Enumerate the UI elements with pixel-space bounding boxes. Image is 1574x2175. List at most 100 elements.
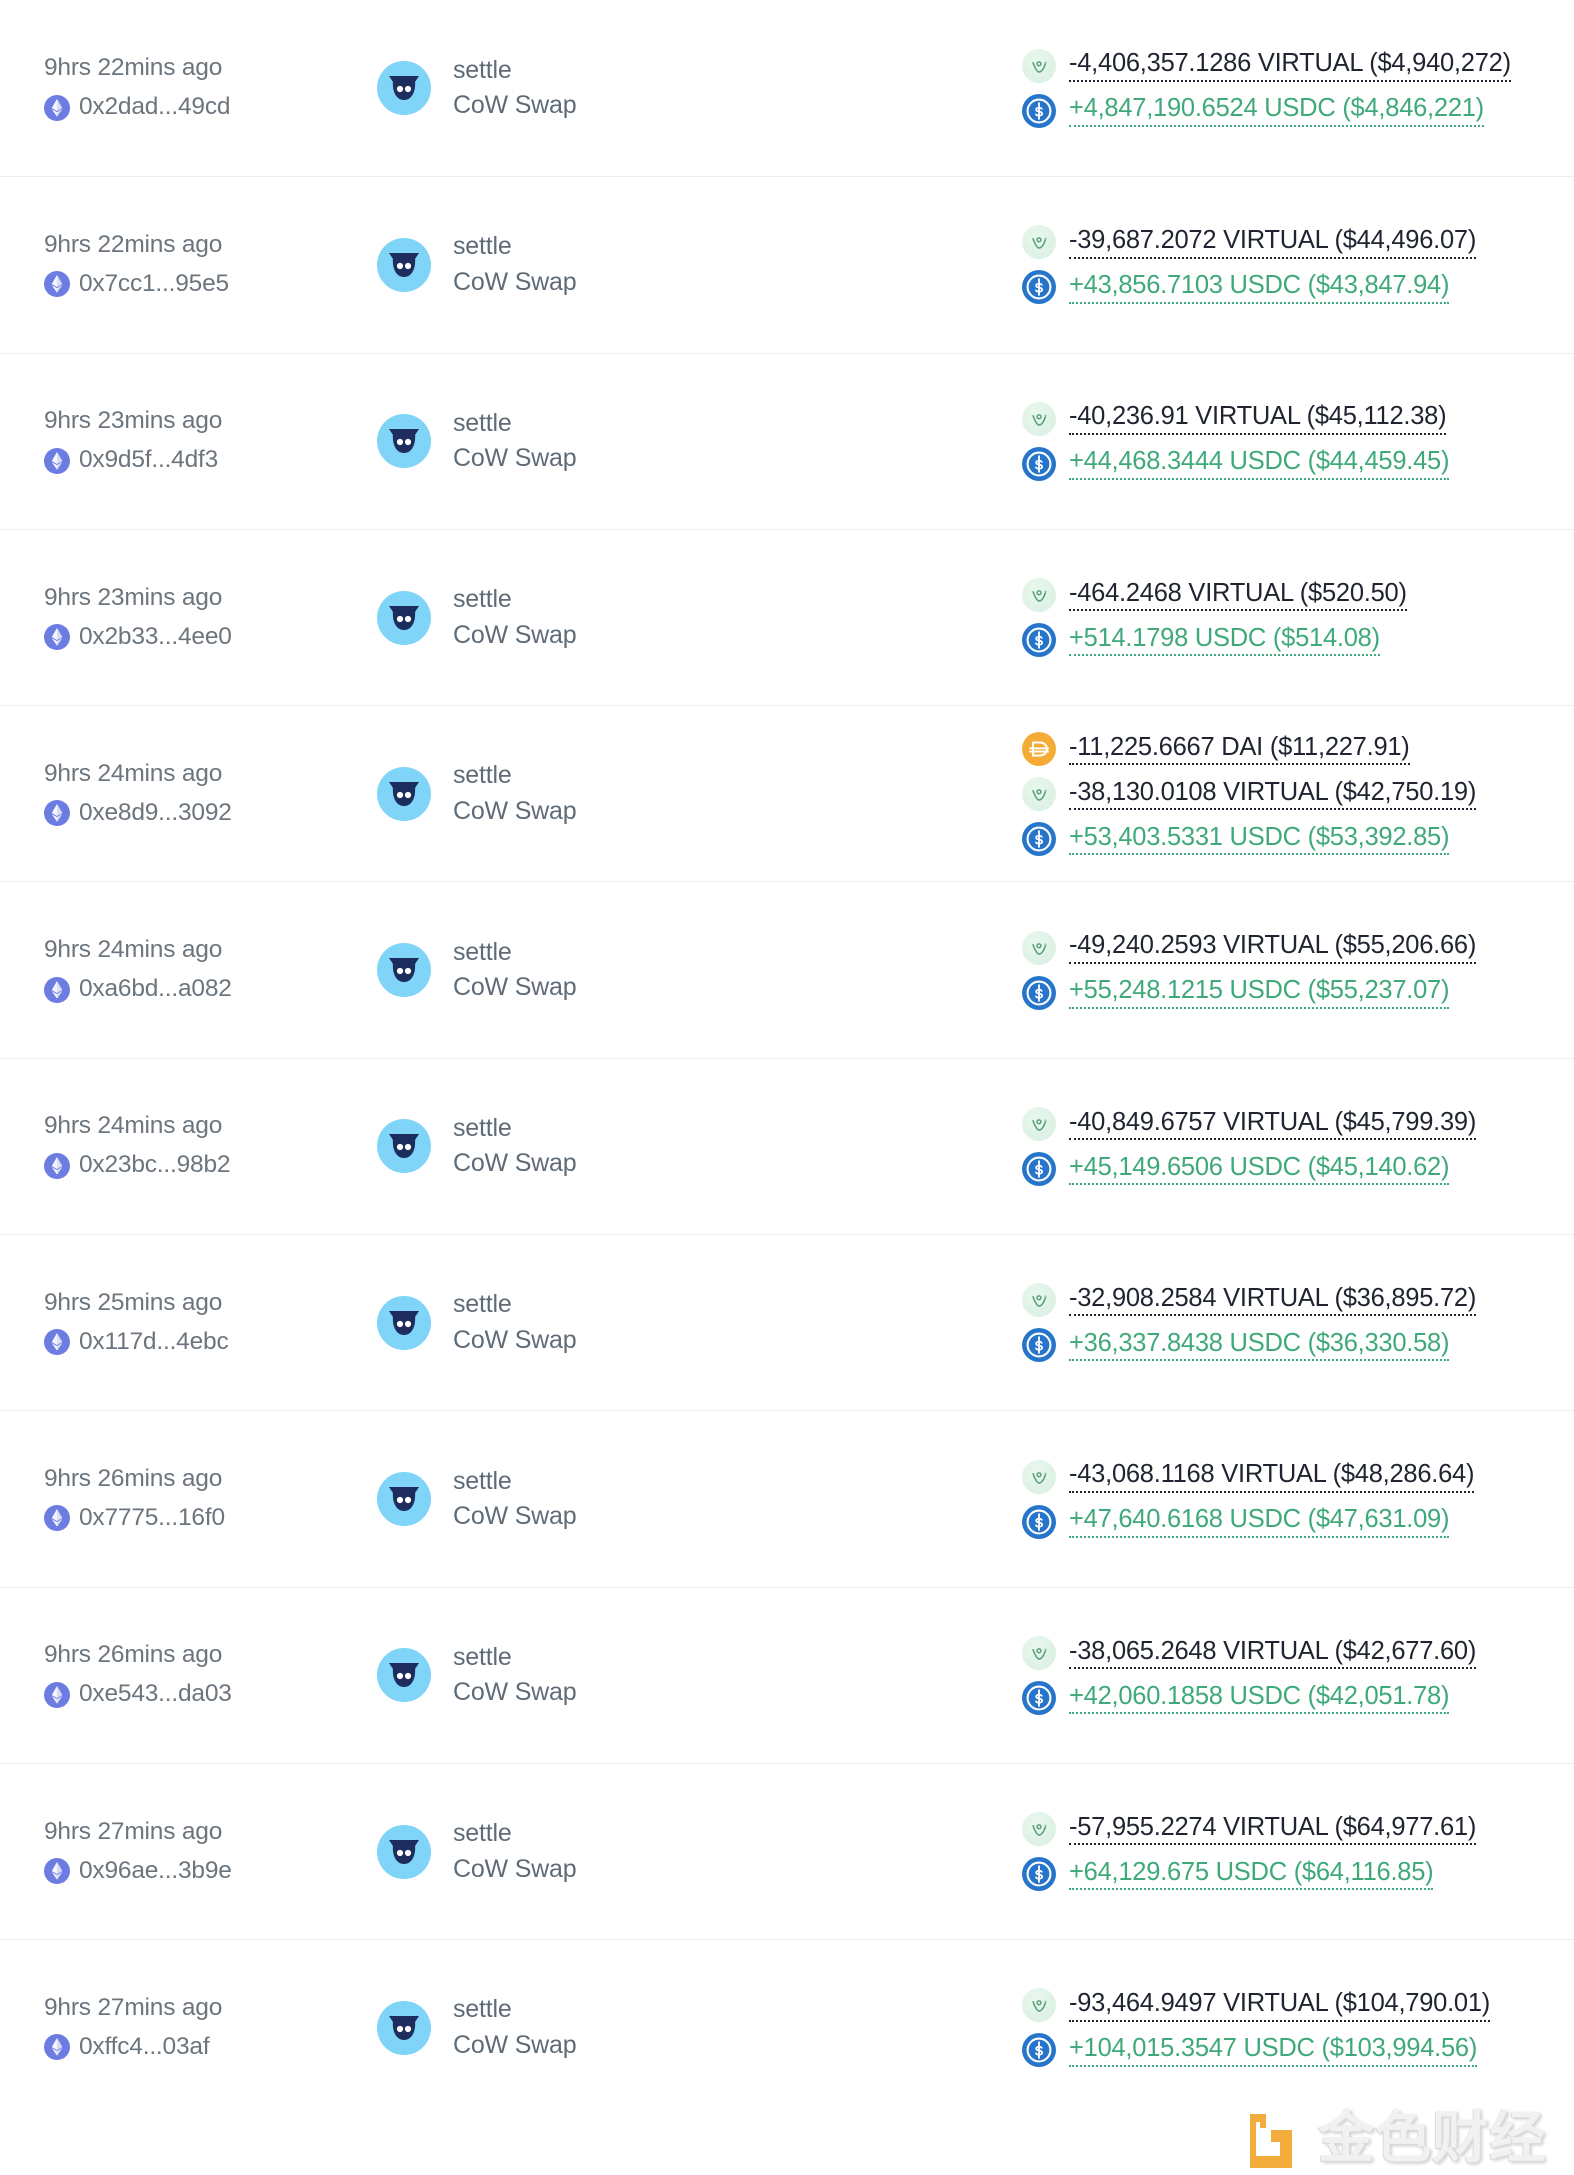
transaction-meta-cell: 9hrs 22mins ago0x7cc1...95e5 xyxy=(44,232,312,298)
table-row[interactable]: 9hrs 27mins ago0xffc4...03afsettleCoW Sw… xyxy=(0,1939,1574,2115)
table-row[interactable]: 9hrs 23mins ago0x2b33...4ee0settleCoW Sw… xyxy=(0,529,1574,705)
transfer-amount-out[interactable]: -464.2468 VIRTUAL ($520.50) xyxy=(1069,579,1407,612)
usdc-token-icon: S xyxy=(1022,1328,1056,1362)
table-row[interactable]: 9hrs 26mins ago 0xe543...da03settleCoW Sw… xyxy=(0,1587,1574,1763)
protocol-texts: settleCoW Swap xyxy=(453,233,576,296)
virtual-token-icon xyxy=(1022,1812,1056,1846)
transfer-amount-out[interactable]: -57,955.2274 VIRTUAL ($64,977.61) xyxy=(1069,1813,1476,1846)
ethereum-icon xyxy=(44,271,70,297)
transfers-cell: -4,406,357.1286 VIRTUAL ($4,940,272) S+4,… xyxy=(742,49,1530,128)
transfer-amount-in[interactable]: +36,337.8438 USDC ($36,330.58) xyxy=(1069,1329,1449,1362)
transfers-cell: -49,240.2593 VIRTUAL ($55,206.66)S+55,24… xyxy=(742,931,1530,1010)
transaction-hash-link[interactable]: 0xffc4...03af xyxy=(44,2034,312,2061)
table-row[interactable]: 9hrs 24mins ago0x23bc...98b2settleCoW Sw… xyxy=(0,1058,1574,1234)
protocol-name: CoW Swap xyxy=(453,1679,576,1707)
transfer-amount-out[interactable]: -38,065.2648 VIRTUAL ($42,677.60) xyxy=(1069,1637,1476,1670)
transfer-amount-in[interactable]: +514.1798 USDC ($514.08) xyxy=(1069,624,1380,657)
transfer-amount-in[interactable]: +55,248.1215 USDC ($55,237.07) xyxy=(1069,976,1449,1009)
transaction-method: settle xyxy=(453,1115,576,1143)
transaction-hash-link[interactable]: 0x96ae...3b9e xyxy=(44,1858,312,1885)
table-row[interactable]: 9hrs 22mins ago0x7cc1...95e5 settleCoW Sw… xyxy=(0,176,1574,352)
transaction-hash-link[interactable]: 0xe8d9...3092 xyxy=(44,800,312,827)
ethereum-icon xyxy=(44,1329,70,1355)
transaction-hash-link[interactable]: 0x7775...16f0 xyxy=(44,1505,312,1532)
transfers-cell: -32,908.2584 VIRTUAL ($36,895.72) S +36,33… xyxy=(742,1283,1530,1362)
transfer-amount-in[interactable]: +4,847,190.6524 USDC ($4,846,221) xyxy=(1069,94,1484,127)
transfer-amount-in[interactable]: +45,149.6506 USDC ($45,140.62) xyxy=(1069,1153,1449,1186)
transfer-amount-in[interactable]: +104,015.3547 USDC ($103,994.56) xyxy=(1069,2034,1477,2067)
protocol-cell: settleCoW Swap xyxy=(312,57,742,120)
usdc-token-icon: S xyxy=(1022,1152,1056,1186)
transfer-amount-in[interactable]: +53,403.5331 USDC ($53,392.85) xyxy=(1069,823,1449,856)
transfer-amount-out[interactable]: -11,225.6667 DAI ($11,227.91) xyxy=(1069,733,1410,766)
transaction-hash-link[interactable]: 0x2dad...49cd xyxy=(44,94,312,121)
usdc-token-icon: S xyxy=(1022,270,1056,304)
table-row[interactable]: 9hrs 27mins ago0x96ae...3b9esettleCoW Sw… xyxy=(0,1763,1574,1939)
protocol-texts: settleCoW Swap xyxy=(453,1468,576,1531)
transaction-hash: 0x7775...16f0 xyxy=(79,1505,225,1532)
cow-swap-icon xyxy=(377,238,431,292)
transfers-cell: -43,068.1168 VIRTUAL ($48,286.64)S+47,64… xyxy=(742,1460,1530,1539)
virtual-token-icon xyxy=(1022,931,1056,965)
protocol-texts: settleCoW Swap xyxy=(453,1996,576,2059)
ethereum-icon xyxy=(44,1505,70,1531)
table-row[interactable]: 9hrs 25mins ago0x117d...4ebcsettleCoW Sw… xyxy=(0,1234,1574,1410)
transaction-hash: 0x9d5f...4df3 xyxy=(79,447,218,474)
protocol-texts: settleCoW Swap xyxy=(453,410,576,473)
transfer-amount-in[interactable]: +47,640.6168 USDC ($47,631.09) xyxy=(1069,1505,1449,1538)
table-row[interactable]: 9hrs 24mins ago0xe8d9...3092settleCoW Sw… xyxy=(0,705,1574,881)
transaction-hash-link[interactable]: 0x9d5f...4df3 xyxy=(44,447,312,474)
transfers-cell: -40,849.6757 VIRTUAL ($45,799.39) S +45,14… xyxy=(742,1107,1530,1186)
transfer-amount-in[interactable]: +64,129.675 USDC ($64,116.85) xyxy=(1069,1858,1433,1891)
transaction-age: 9hrs 26mins ago xyxy=(44,1466,312,1493)
transaction-method: settle xyxy=(453,1291,576,1319)
transaction-meta-cell: 9hrs 26mins ago 0x7775...16f0 xyxy=(44,1466,312,1532)
transfers-cell: -464.2468 VIRTUAL ($520.50)S+514.1798 US… xyxy=(742,578,1530,657)
transaction-hash-link[interactable]: 0x23bc...98b2 xyxy=(44,1152,312,1179)
cow-swap-icon xyxy=(377,414,431,468)
transfer-amount-out[interactable]: -40,849.6757 VIRTUAL ($45,799.39) xyxy=(1069,1108,1476,1141)
transaction-hash-link[interactable]: 0x2b33...4ee0 xyxy=(44,624,312,651)
transfer-line: S+64,129.675 USDC ($64,116.85) xyxy=(1022,1857,1530,1891)
transaction-meta-cell: 9hrs 22mins ago0x2dad...49cd xyxy=(44,55,312,121)
transaction-hash-link[interactable]: 0x117d...4ebc xyxy=(44,1329,312,1356)
table-row[interactable]: 9hrs 24mins ago0xa6bd...a082settleCoW Sw… xyxy=(0,881,1574,1057)
table-row[interactable]: 9hrs 22mins ago0x2dad...49cd settleCoW Sw… xyxy=(0,0,1574,176)
transfer-amount-in[interactable]: +43,856.7103 USDC ($43,847.94) xyxy=(1069,271,1449,304)
protocol-name: CoW Swap xyxy=(453,974,576,1002)
protocol-texts: settleCoW Swap xyxy=(453,57,576,120)
protocol-texts: settleCoW Swap xyxy=(453,762,576,825)
virtual-token-icon xyxy=(1022,1636,1056,1670)
table-row[interactable]: 9hrs 26mins ago 0x7775...16f0 settleCoW Sw… xyxy=(0,1410,1574,1586)
transfer-amount-out[interactable]: -40,236.91 VIRTUAL ($45,112.38) xyxy=(1069,402,1446,435)
protocol-cell: settleCoW Swap xyxy=(312,1644,742,1707)
jinse-logo-icon xyxy=(1242,2108,1304,2170)
transaction-age: 9hrs 24mins ago xyxy=(44,1113,312,1140)
transfer-line: -39,687.2072 VIRTUAL ($44,496.07) xyxy=(1022,225,1530,259)
table-row[interactable]: 9hrs 23mins ago0x9d5f...4df3settleCoW Sw… xyxy=(0,353,1574,529)
transaction-method: settle xyxy=(453,586,576,614)
transaction-hash-link[interactable]: 0xe543...da03 xyxy=(44,1681,312,1708)
transaction-hash: 0x2dad...49cd xyxy=(79,94,230,121)
transfer-amount-out[interactable]: -49,240.2593 VIRTUAL ($55,206.66) xyxy=(1069,931,1476,964)
transfer-amount-out[interactable]: -4,406,357.1286 VIRTUAL ($4,940,272) xyxy=(1069,49,1511,82)
transaction-age: 9hrs 26mins ago xyxy=(44,1642,312,1669)
transaction-hash-link[interactable]: 0xa6bd...a082 xyxy=(44,976,312,1003)
transaction-hash-link[interactable]: 0x7cc1...95e5 xyxy=(44,271,312,298)
transfer-amount-out[interactable]: -38,130.0108 VIRTUAL ($42,750.19) xyxy=(1069,778,1476,811)
transfer-amount-out[interactable]: -93,464.9497 VIRTUAL ($104,790.01) xyxy=(1069,1989,1490,2022)
transaction-meta-cell: 9hrs 24mins ago0xa6bd...a082 xyxy=(44,937,312,1003)
transaction-meta-cell: 9hrs 27mins ago0x96ae...3b9e xyxy=(44,1819,312,1885)
transfer-amount-in[interactable]: +44,468.3444 USDC ($44,459.45) xyxy=(1069,447,1449,480)
virtual-token-icon xyxy=(1022,1460,1056,1494)
transfer-amount-in[interactable]: +42,060.1858 USDC ($42,051.78) xyxy=(1069,1682,1449,1715)
protocol-cell: settleCoW Swap xyxy=(312,1996,742,2059)
transfer-amount-out[interactable]: -32,908.2584 VIRTUAL ($36,895.72) xyxy=(1069,1284,1476,1317)
transfer-line: S+4,847,190.6524 USDC ($4,846,221) xyxy=(1022,94,1530,128)
transfer-amount-out[interactable]: -43,068.1168 VIRTUAL ($48,286.64) xyxy=(1069,1460,1474,1493)
transfer-line: -464.2468 VIRTUAL ($520.50) xyxy=(1022,578,1530,612)
transaction-method: settle xyxy=(453,233,576,261)
transaction-hash: 0xffc4...03af xyxy=(79,2034,209,2061)
transfer-amount-out[interactable]: -39,687.2072 VIRTUAL ($44,496.07) xyxy=(1069,226,1476,259)
ethereum-icon xyxy=(44,448,70,474)
